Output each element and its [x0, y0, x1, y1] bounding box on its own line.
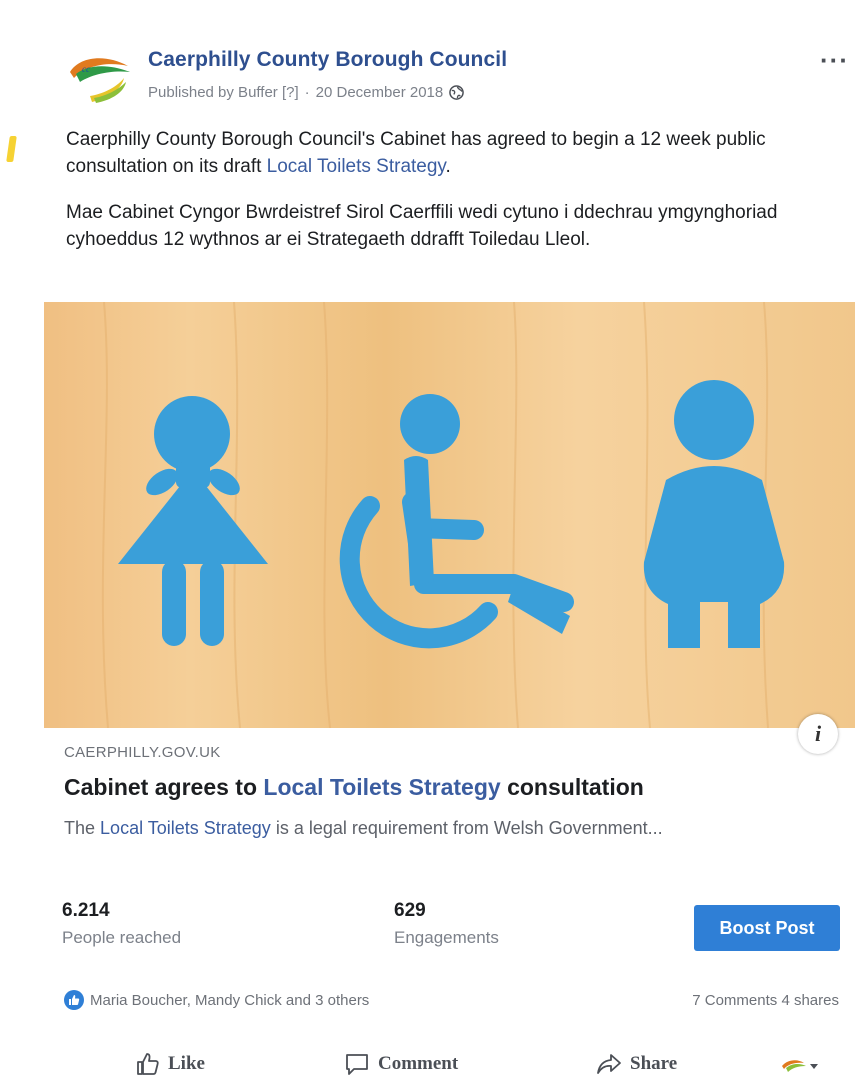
- comment-icon: [346, 1054, 368, 1075]
- info-icon[interactable]: i: [798, 714, 838, 754]
- post-text-welsh: Mae Cabinet Cyngor Bwrdeistref Sirol Cae…: [66, 199, 848, 253]
- post-text-english-end: .: [445, 156, 451, 177]
- comment-button[interactable]: Comment: [344, 1052, 458, 1076]
- people-reached-value: 6.214: [62, 900, 110, 921]
- like-icon: [137, 1053, 159, 1075]
- link-preview-image[interactable]: [44, 302, 855, 728]
- share-label: Share: [630, 1053, 678, 1074]
- boost-post-button[interactable]: Boost Post: [694, 905, 840, 951]
- link-domain[interactable]: CAERPHILLY.GOV.UK: [64, 744, 221, 761]
- facebook-post: cc Caerphilly County Borough Council Pub…: [0, 0, 855, 1082]
- like-reaction-icon: [64, 990, 84, 1010]
- people-reached-label: People reached: [62, 928, 182, 947]
- people-reached-stat[interactable]: 6.214 People reached: [62, 900, 181, 948]
- engagement-counts: 7 Comments 4 shares: [692, 992, 839, 1009]
- link-title-prefix: Cabinet agrees to: [64, 774, 257, 800]
- engagements-value: 629: [394, 900, 426, 921]
- page-avatar-dropdown[interactable]: [780, 1058, 828, 1074]
- comments-count[interactable]: 7 Comments: [692, 992, 777, 1009]
- svg-text:cc: cc: [82, 64, 90, 74]
- link-title-suffix: consultation: [507, 774, 644, 800]
- globe-icon[interactable]: [449, 85, 465, 100]
- reactions-summary[interactable]: Maria Boucher, Mandy Chick and 3 others: [64, 990, 369, 1010]
- shares-count[interactable]: 4 shares: [781, 992, 839, 1009]
- reactions-text: Maria Boucher, Mandy Chick and 3 others: [90, 991, 370, 1009]
- highlighter-mark: [6, 136, 17, 162]
- action-bar: Like Comment Share: [0, 1048, 855, 1082]
- link-title-strategy[interactable]: Local Toilets Strategy: [263, 774, 500, 800]
- engagements-label: Engagements: [394, 928, 499, 947]
- post-text-welsh-end: .: [584, 229, 591, 250]
- page-name[interactable]: Caerphilly County Borough Council: [148, 48, 507, 72]
- page-logo[interactable]: cc: [66, 52, 134, 104]
- link-desc-suffix: is a legal requirement from Welsh Govern…: [275, 818, 663, 838]
- restroom-signs-image: [101, 302, 785, 728]
- post-text-english: Caerphilly County Borough Council's Cabi…: [66, 126, 848, 180]
- strategy-hashtag-link[interactable]: Local Toilets Strategy: [267, 156, 446, 177]
- published-by[interactable]: Published by Buffer [?]: [148, 84, 299, 101]
- like-label: Like: [168, 1053, 205, 1074]
- like-button[interactable]: Like: [136, 1052, 205, 1076]
- link-title[interactable]: Cabinet agrees to Local Toilets Strategy…: [64, 774, 644, 801]
- share-button[interactable]: Share: [596, 1052, 677, 1076]
- link-desc-prefix: The: [64, 818, 96, 838]
- engagements-stat[interactable]: 629 Engagements: [394, 900, 499, 948]
- share-icon: [597, 1054, 621, 1074]
- post-options-button[interactable]: ···: [820, 45, 849, 76]
- meta-separator: ·: [304, 84, 310, 101]
- post-date[interactable]: 20 December 2018: [316, 84, 444, 101]
- post-text-welsh-body: Mae Cabinet Cyngor Bwrdeistref Sirol Cae…: [66, 202, 778, 250]
- comment-label: Comment: [378, 1053, 459, 1074]
- page-avatar-dropdown-icon: [782, 1060, 818, 1072]
- link-description[interactable]: The Local Toilets Strategy is a legal re…: [64, 818, 663, 839]
- link-desc-strategy[interactable]: Local Toilets Strategy: [100, 818, 271, 838]
- post-meta: Published by Buffer [?] · 20 December 20…: [148, 84, 465, 101]
